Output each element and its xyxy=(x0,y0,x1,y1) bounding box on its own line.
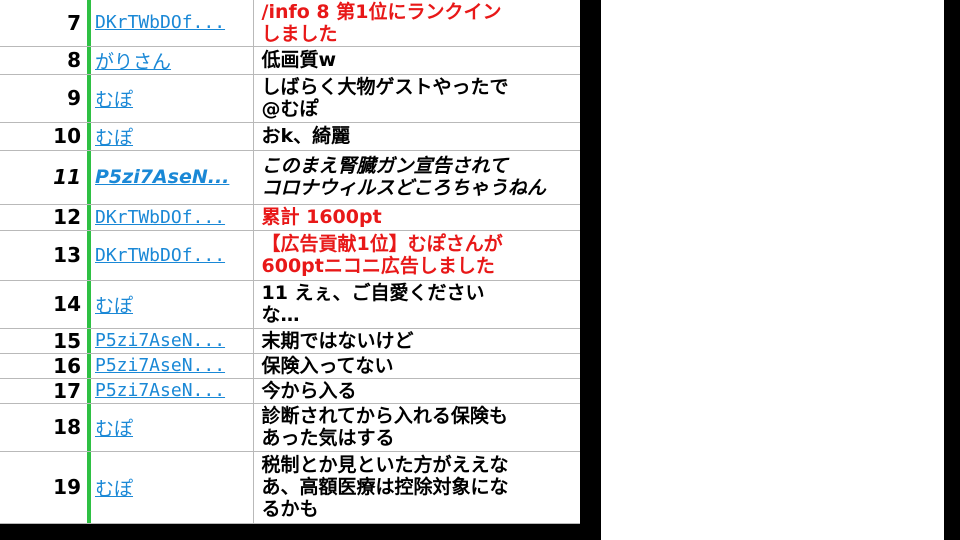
comment-user-cell: むぽ xyxy=(91,122,254,151)
comment-number: 11 xyxy=(0,150,87,205)
user-link[interactable]: P5zi7AseN... xyxy=(95,330,225,351)
comment-row: 15 P5zi7AseN... 末期ではないけど xyxy=(0,328,580,354)
comment-text: 末期ではないけど xyxy=(253,328,580,354)
user-link[interactable]: むぽ xyxy=(95,127,133,149)
comment-user-cell: P5zi7AseN... xyxy=(91,150,254,205)
comment-number: 18 xyxy=(0,403,87,452)
comment-row: 18 むぽ 診断されてから入れる保険も あった気はする xyxy=(0,403,580,452)
user-link[interactable]: DKrTWbDOf... xyxy=(95,245,225,266)
bottom-border xyxy=(0,524,580,540)
user-link[interactable]: P5zi7AseN... xyxy=(95,355,225,376)
user-link[interactable]: DKrTWbDOf... xyxy=(95,12,225,33)
comment-number: 16 xyxy=(0,353,87,379)
comment-text: /info 8 第1位にランクイン しました xyxy=(253,0,580,47)
comment-text: 保険入ってない xyxy=(253,353,580,379)
comment-row: 7 DKrTWbDOf... /info 8 第1位にランクイン しました xyxy=(0,0,580,47)
comment-row: 11 P5zi7AseN... このまえ腎臓ガン宣告されて コロナウィルスどころちゃ… xyxy=(0,150,580,205)
user-link[interactable]: むぽ xyxy=(95,89,133,111)
comment-text: 今から入る xyxy=(253,378,580,404)
comment-text: 累計 1600pt xyxy=(253,204,580,231)
comment-number: 12 xyxy=(0,204,87,231)
user-link[interactable]: むぽ xyxy=(95,295,133,317)
comment-row: 19 むぽ 税制とか見といた方がええな あ、高額医療は控除対象にな るかも xyxy=(0,451,580,524)
comment-user-cell: P5zi7AseN... xyxy=(91,353,254,379)
comment-text: 11 えぇ、ご自愛ください な… xyxy=(253,280,580,329)
comment-number: 8 xyxy=(0,46,87,75)
comment-table: 7 DKrTWbDOf... /info 8 第1位にランクイン しました 8 がりさん… xyxy=(0,0,580,524)
comment-text: 税制とか見といた方がええな あ、高額医療は控除対象にな るかも xyxy=(253,451,580,524)
comment-number: 17 xyxy=(0,378,87,404)
user-link[interactable]: P5zi7AseN... xyxy=(95,380,225,401)
comment-row: 13 DKrTWbDOf... 【広告貢献1位】むぽさんが 600ptニコニ広告しま… xyxy=(0,230,580,281)
comment-text: しばらく大物ゲストやったで @むぽ xyxy=(253,74,580,123)
comment-user-cell: P5zi7AseN... xyxy=(91,328,254,354)
comment-row: 16 P5zi7AseN... 保険入ってない xyxy=(0,353,580,379)
comment-row: 17 P5zi7AseN... 今から入る xyxy=(0,378,580,404)
user-link[interactable]: むぽ xyxy=(95,418,133,440)
comment-number: 19 xyxy=(0,451,87,524)
comment-user-cell: DKrTWbDOf... xyxy=(91,204,254,231)
comment-number: 14 xyxy=(0,280,87,329)
user-link[interactable]: P5zi7AseN... xyxy=(95,166,229,188)
comment-user-cell: DKrTWbDOf... xyxy=(91,0,254,47)
comment-user-cell: がりさん xyxy=(91,46,254,75)
right-blank-panel xyxy=(601,0,944,540)
user-link[interactable]: がりさん xyxy=(95,51,171,73)
comment-number: 9 xyxy=(0,74,87,123)
comment-user-cell: P5zi7AseN... xyxy=(91,378,254,404)
comment-number: 13 xyxy=(0,230,87,281)
user-link[interactable]: DKrTWbDOf... xyxy=(95,207,225,228)
comment-user-cell: むぽ xyxy=(91,403,254,452)
comment-row: 14 むぽ 11 えぇ、ご自愛ください な… xyxy=(0,280,580,329)
comment-row: 9 むぽ しばらく大物ゲストやったで @むぽ xyxy=(0,74,580,123)
comment-text: このまえ腎臓ガン宣告されて コロナウィルスどころちゃうねん xyxy=(253,150,580,205)
comment-row: 12 DKrTWbDOf... 累計 1600pt xyxy=(0,204,580,231)
comment-row: 8 がりさん 低画質w xyxy=(0,46,580,75)
comment-user-cell: むぽ xyxy=(91,74,254,123)
comment-text: 低画質w xyxy=(253,46,580,75)
comment-text: 診断されてから入れる保険も あった気はする xyxy=(253,403,580,452)
comment-row: 10 むぽ おk、綺麗 xyxy=(0,122,580,151)
comment-text: 【広告貢献1位】むぽさんが 600ptニコニ広告しました xyxy=(253,230,580,281)
comment-number: 10 xyxy=(0,122,87,151)
comment-user-cell: むぽ xyxy=(91,280,254,329)
user-link[interactable]: むぽ xyxy=(95,478,133,500)
comment-number: 15 xyxy=(0,328,87,354)
comment-text: おk、綺麗 xyxy=(253,122,580,151)
comment-number: 7 xyxy=(0,0,87,47)
panel-divider xyxy=(580,0,601,540)
comment-user-cell: DKrTWbDOf... xyxy=(91,230,254,281)
comment-list-panel: 7 DKrTWbDOf... /info 8 第1位にランクイン しました 8 がりさん… xyxy=(0,0,580,524)
comment-user-cell: むぽ xyxy=(91,451,254,524)
